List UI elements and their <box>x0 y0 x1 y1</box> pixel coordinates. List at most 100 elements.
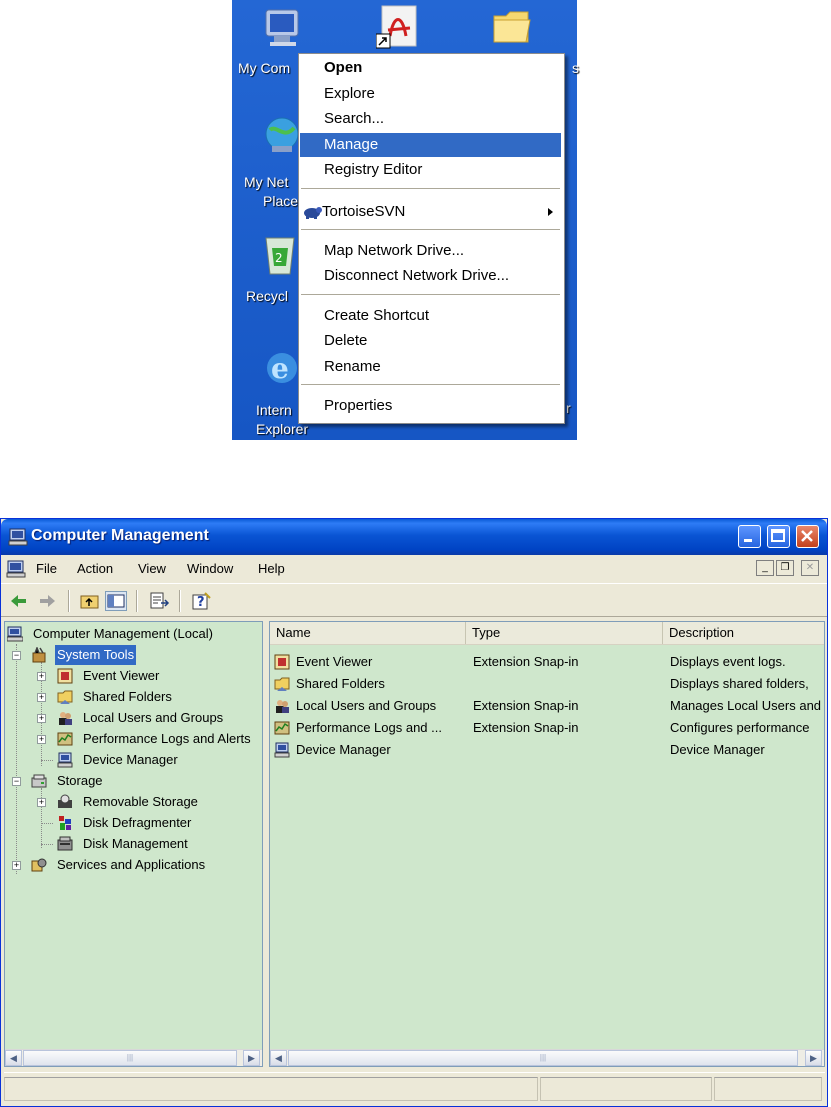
desktop-icon-label: Intern <box>256 402 292 418</box>
menu-help[interactable]: Help <box>258 561 285 576</box>
show-hide-tree-button[interactable] <box>105 591 127 611</box>
scroll-right-button[interactable]: ▶ <box>243 1050 260 1066</box>
restore-icon: ❐ <box>780 562 790 573</box>
tree-node-performance-logs[interactable]: + Performance Logs and Alerts <box>7 729 262 749</box>
title-bar[interactable]: Computer Management <box>1 519 827 555</box>
disk-defragmenter-icon <box>59 816 71 830</box>
menu-action[interactable]: Action <box>77 561 113 576</box>
menu-item-map-network-drive[interactable]: Map Network Drive... <box>300 239 561 263</box>
context-menu: Open Explore Search... Manage Registry E… <box>298 53 565 424</box>
mdi-restore-button[interactable]: ❐ <box>776 560 794 576</box>
help-button[interactable]: ? <box>191 591 213 611</box>
expand-icon[interactable]: + <box>37 714 46 723</box>
list-cell-description: Displays shared folders, <box>670 676 809 691</box>
menu-item-properties[interactable]: Properties <box>300 394 561 418</box>
tree-node-local-users-groups[interactable]: + Local Users and Groups <box>7 708 262 728</box>
menu-item-delete[interactable]: Delete <box>300 329 561 353</box>
collapse-icon[interactable]: − <box>12 777 21 786</box>
tree-node-shared-folders[interactable]: + Shared Folders <box>7 687 262 707</box>
menu-item-explore[interactable]: Explore <box>300 82 561 106</box>
mdi-minimize-button[interactable]: _ <box>756 560 774 576</box>
list-horizontal-scrollbar[interactable]: ◀ ||| ▶ <box>270 1049 824 1066</box>
maximize-button[interactable] <box>767 525 790 548</box>
scroll-right-button[interactable]: ▶ <box>805 1050 822 1066</box>
menu-item-disconnect-network-drive[interactable]: Disconnect Network Drive... <box>300 264 561 288</box>
list-cell-name: Shared Folders <box>296 676 385 691</box>
tree-horizontal-scrollbar[interactable]: ◀ ||| ▶ <box>5 1049 262 1066</box>
list-row[interactable]: Local Users and Groups Extension Snap-in… <box>270 695 824 717</box>
menu-item-tortoisesvn-label: TortoiseSVN <box>322 203 406 220</box>
menu-window[interactable]: Window <box>187 561 233 576</box>
column-header-description[interactable]: Description <box>663 622 824 644</box>
tree-node-label: System Tools <box>55 645 137 665</box>
list-row[interactable]: Performance Logs and ... Extension Snap-… <box>270 717 824 739</box>
column-header-type[interactable]: Type <box>466 622 663 644</box>
list-row[interactable]: Event Viewer Extension Snap-in Displays … <box>270 651 824 673</box>
expand-icon[interactable]: + <box>37 693 46 702</box>
services-applications-icon <box>31 858 47 872</box>
tree-node-disk-management[interactable]: Disk Management <box>7 834 262 854</box>
recycle-bin-icon: 2 <box>265 237 295 275</box>
tree-line <box>41 823 53 824</box>
menu-item-rename[interactable]: Rename <box>300 355 561 379</box>
menu-item-open[interactable]: Open <box>300 56 561 80</box>
mdi-child-icon[interactable] <box>6 560 26 578</box>
tree-node-device-manager[interactable]: Device Manager <box>7 750 262 770</box>
tree-node-label: Disk Defragmenter <box>83 815 192 830</box>
list-cell-name: Local Users and Groups <box>296 698 437 713</box>
up-one-level-button[interactable] <box>79 591 101 611</box>
export-list-icon <box>150 592 170 609</box>
toolbar-separator <box>136 590 138 612</box>
expand-icon[interactable]: + <box>37 735 46 744</box>
close-button[interactable] <box>796 525 819 548</box>
scroll-left-button[interactable]: ◀ <box>270 1050 287 1066</box>
tree-node-disk-defragmenter[interactable]: Disk Defragmenter <box>7 813 262 833</box>
users-groups-icon <box>59 712 72 725</box>
tree-node-storage[interactable]: − Storage <box>7 771 262 791</box>
scroll-left-button[interactable]: ◀ <box>5 1050 22 1066</box>
column-header-name[interactable]: Name <box>270 622 466 644</box>
computer-management-icon <box>8 528 28 546</box>
performance-logs-icon <box>274 721 290 735</box>
event-viewer-icon <box>274 654 290 670</box>
menu-item-search[interactable]: Search... <box>300 107 561 131</box>
menu-separator <box>301 384 560 385</box>
scroll-thumb[interactable]: ||| <box>288 1050 798 1066</box>
status-panel <box>4 1077 538 1101</box>
event-viewer-icon <box>57 668 73 684</box>
minimize-button[interactable] <box>738 525 761 548</box>
tree-node-services-applications[interactable]: + Services and Applications <box>7 855 262 875</box>
scroll-thumb[interactable]: ||| <box>23 1050 237 1066</box>
removable-storage-icon <box>58 794 72 808</box>
expand-icon[interactable]: + <box>37 672 46 681</box>
status-panel <box>540 1077 712 1101</box>
tree-node-event-viewer[interactable]: + Event Viewer <box>7 666 262 686</box>
list-cell-description: Displays event logs. <box>670 654 786 669</box>
menu-separator <box>301 188 560 189</box>
desktop-icon-partial-right: r <box>566 400 571 416</box>
forward-button[interactable] <box>36 591 58 611</box>
menu-item-manage[interactable]: Manage <box>300 133 561 157</box>
tree-node-label: Device Manager <box>83 752 178 767</box>
menu-item-tortoisesvn[interactable]: TortoiseSVN <box>300 200 561 224</box>
tree-node-removable-storage[interactable]: + Removable Storage <box>7 792 262 812</box>
list-row[interactable]: Device Manager Device Manager <box>270 739 824 761</box>
menu-item-create-shortcut[interactable]: Create Shortcut <box>300 304 561 328</box>
list-cell-type: Extension Snap-in <box>473 654 579 669</box>
expand-icon[interactable]: + <box>12 861 21 870</box>
tree-node-system-tools[interactable]: − System Tools <box>7 645 262 665</box>
computer-management-icon <box>7 626 23 642</box>
menu-file[interactable]: File <box>36 561 57 576</box>
submenu-arrow-icon <box>548 208 553 216</box>
collapse-icon[interactable]: − <box>12 651 21 660</box>
list-row[interactable]: Shared Folders Displays shared folders, <box>270 673 824 695</box>
back-button[interactable] <box>8 591 30 611</box>
tree-node-computer-management[interactable]: Computer Management (Local) <box>7 624 262 644</box>
menu-item-registry-editor[interactable]: Registry Editor <box>300 158 561 182</box>
desktop-icon-label: Place <box>263 193 299 209</box>
export-list-button[interactable] <box>149 591 171 611</box>
mdi-close-button[interactable]: ✕ <box>801 560 819 576</box>
network-places-icon <box>265 117 299 152</box>
menu-view[interactable]: View <box>138 561 166 576</box>
expand-icon[interactable]: + <box>37 798 46 807</box>
